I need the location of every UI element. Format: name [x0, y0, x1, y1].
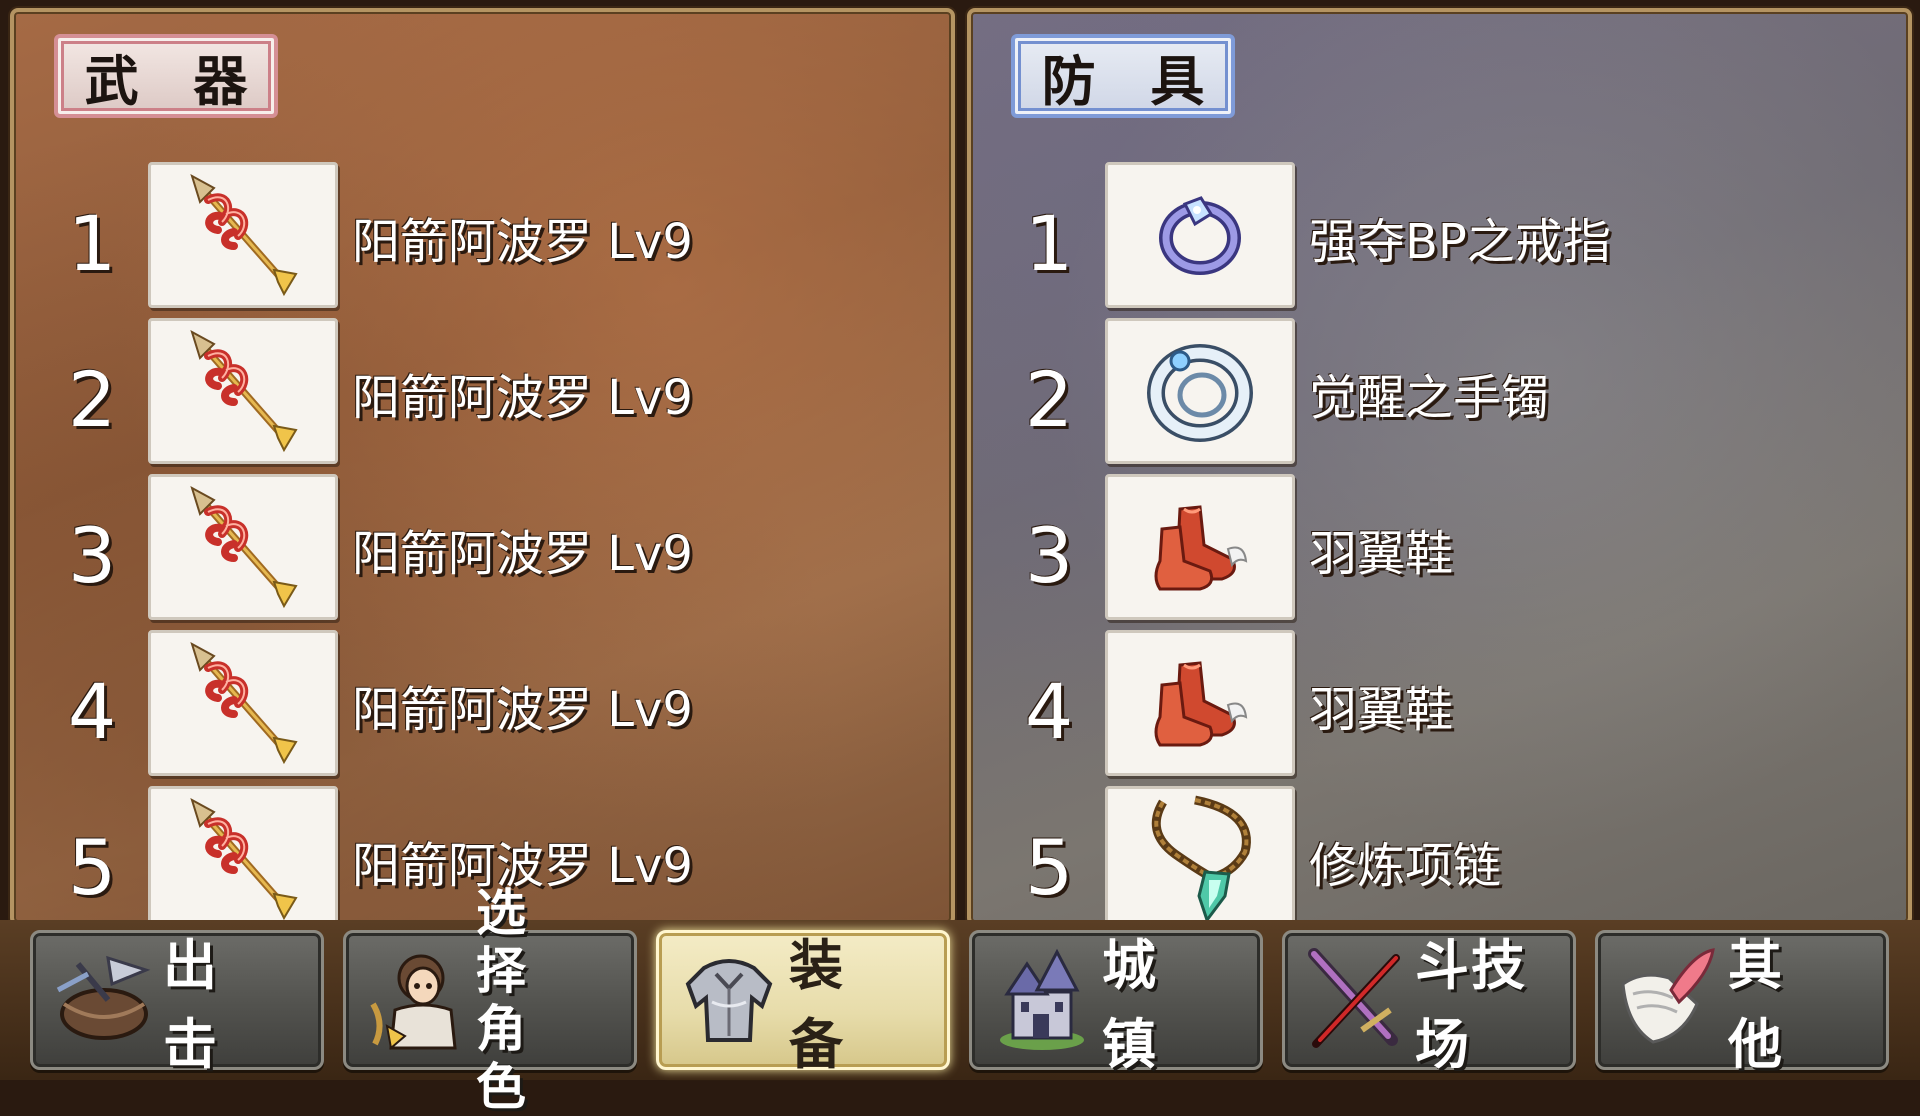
bottom-nav: 出 击 选 择 角 色 装 备 城 镇 斗技场 其 他: [0, 884, 1920, 1116]
select-character-button[interactable]: 选 择 角 色: [343, 884, 637, 1116]
fire-arrow-icon: [148, 474, 338, 620]
armor-panel-title: 防 具: [1011, 34, 1235, 118]
equipment-button[interactable]: 装 备: [656, 930, 950, 1076]
fire-arrow-icon: [148, 630, 338, 776]
ring-icon: [1105, 162, 1295, 308]
winged-boots-icon: [1105, 474, 1295, 620]
other-label: 其 他: [1728, 934, 1796, 1076]
town-label: 城 镇: [1102, 934, 1170, 1076]
arena-label: 斗技场: [1415, 934, 1527, 1076]
castle-icon: [982, 939, 1102, 1059]
character-portrait-icon: [356, 939, 476, 1059]
slot-number: 3: [1024, 511, 1074, 600]
weapon-name: 阳箭阿波罗 Lv9: [352, 214, 693, 270]
fire-arrow-icon: [148, 318, 338, 464]
slot-number: 1: [1024, 199, 1074, 288]
armor-slot-2[interactable]: 2 觉醒之手镯: [971, 318, 1908, 466]
sortie-label: 出 击: [163, 934, 231, 1076]
armor-name: 觉醒之手镯: [1309, 370, 1550, 426]
weapon-name: 阳箭阿波罗 Lv9: [352, 526, 693, 582]
weapon-panel-title: 武 器: [54, 34, 278, 118]
fire-arrow-icon: [148, 786, 338, 922]
armor-name: 羽翼鞋: [1309, 682, 1454, 738]
armor-slot-5[interactable]: 5 修炼项链: [971, 786, 1908, 922]
weapon-name: 阳箭阿波罗 Lv9: [352, 682, 693, 738]
armor-slot-1[interactable]: 1 强夺BP之戒指: [971, 162, 1908, 310]
armor-name: 强夺BP之戒指: [1309, 214, 1611, 270]
necklace-icon: [1105, 786, 1295, 922]
weapon-panel: 武 器 1 阳箭阿波罗 Lv9 2 阳箭阿波罗 Lv9 3 阳箭阿波罗 Lv9 …: [10, 8, 955, 926]
weapon-slot-4[interactable]: 4 阳箭阿波罗 Lv9: [14, 630, 951, 778]
town-button[interactable]: 城 镇: [969, 930, 1263, 1076]
armor-icon: [669, 939, 789, 1059]
sortie-button[interactable]: 出 击: [30, 930, 324, 1076]
other-button[interactable]: 其 他: [1595, 930, 1889, 1076]
airship-icon: [43, 939, 163, 1059]
winged-boots-icon: [1105, 630, 1295, 776]
slot-number: 5: [1024, 823, 1074, 912]
armor-slot-3[interactable]: 3 羽翼鞋: [971, 474, 1908, 622]
crossed-swords-icon: [1295, 939, 1415, 1059]
scroll-quill-icon: [1608, 939, 1728, 1059]
weapon-slot-2[interactable]: 2 阳箭阿波罗 Lv9: [14, 318, 951, 466]
slot-number: 1: [67, 199, 117, 288]
fire-arrow-icon: [148, 162, 338, 308]
armor-slot-4[interactable]: 4 羽翼鞋: [971, 630, 1908, 778]
bracelet-icon: [1105, 318, 1295, 464]
select-character-label-line1: 选 择: [476, 884, 540, 1000]
weapon-slot-1[interactable]: 1 阳箭阿波罗 Lv9: [14, 162, 951, 310]
weapon-slot-3[interactable]: 3 阳箭阿波罗 Lv9: [14, 474, 951, 622]
slot-number: 2: [1024, 355, 1074, 444]
slot-number: 5: [67, 823, 117, 912]
slot-number: 4: [67, 667, 117, 756]
equipment-label: 装 备: [789, 934, 857, 1076]
slot-number: 3: [67, 511, 117, 600]
select-character-label-line2: 角 色: [476, 1000, 540, 1116]
armor-name: 修炼项链: [1309, 838, 1502, 894]
weapon-name: 阳箭阿波罗 Lv9: [352, 370, 693, 426]
armor-panel: 防 具 1 强夺BP之戒指 2 觉醒之手镯 3 羽翼鞋 4 羽翼鞋 5 修炼项链: [967, 8, 1912, 926]
arena-button[interactable]: 斗技场: [1282, 930, 1576, 1076]
select-character-label: 选 择 角 色: [476, 884, 624, 1116]
armor-name: 羽翼鞋: [1309, 526, 1454, 582]
slot-number: 4: [1024, 667, 1074, 756]
slot-number: 2: [67, 355, 117, 444]
